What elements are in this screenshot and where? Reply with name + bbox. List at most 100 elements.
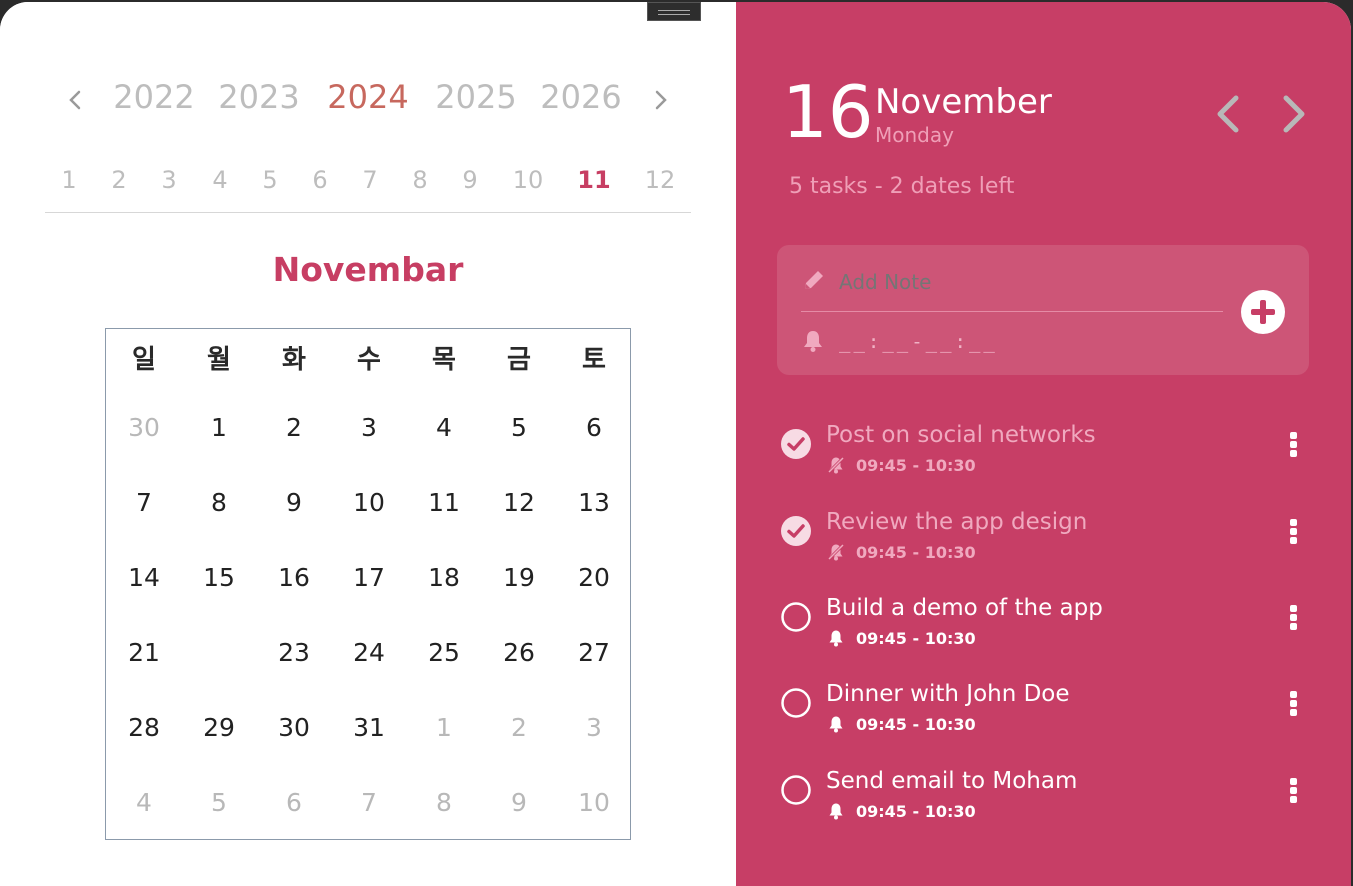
calendar-day-label: 23 xyxy=(278,638,310,667)
calendar-day[interactable]: 19 xyxy=(489,548,549,608)
calendar-day-label: 26 xyxy=(503,638,535,667)
task-item[interactable]: Review the app design 09:45 - 10:30 xyxy=(780,503,1320,573)
previous-years-icon[interactable] xyxy=(60,82,90,118)
calendar-day[interactable]: 11 xyxy=(414,473,474,533)
calendar-day[interactable]: 27 xyxy=(564,623,624,683)
month-7[interactable]: 7 xyxy=(350,166,390,194)
calendar-day-label: 22 xyxy=(203,638,235,667)
calendar-day[interactable]: 18 xyxy=(414,548,474,608)
month-9[interactable]: 9 xyxy=(450,166,490,194)
calendar-day[interactable]: 14 xyxy=(114,548,174,608)
checked-circle-icon[interactable] xyxy=(780,428,812,460)
checked-circle-icon[interactable] xyxy=(780,515,812,547)
calendar-day[interactable]: 8 xyxy=(414,773,474,833)
year-2026[interactable]: 2026 xyxy=(531,78,631,116)
more-options-icon[interactable] xyxy=(1283,603,1303,635)
task-item[interactable]: Send email to Moham 09:45 - 10:30 xyxy=(780,762,1320,832)
more-options-icon[interactable] xyxy=(1283,517,1303,549)
calendar-day[interactable]: 30 xyxy=(264,698,324,758)
month-divider xyxy=(45,212,691,213)
calendar-day[interactable]: 2 xyxy=(489,698,549,758)
month-4[interactable]: 4 xyxy=(200,166,240,194)
task-time: 09:45 - 10:30 xyxy=(856,543,976,562)
current-weekday: Monday xyxy=(875,123,954,147)
calendar-day[interactable]: 7 xyxy=(114,473,174,533)
calendar-day-label: 5 xyxy=(211,788,227,817)
calendar-day[interactable]: 28 xyxy=(114,698,174,758)
calendar-day[interactable]: 26 xyxy=(489,623,549,683)
task-item[interactable]: Dinner with John Doe 09:45 - 10:30 xyxy=(780,675,1320,745)
add-task-button[interactable] xyxy=(1241,290,1285,334)
calendar-day-label: 1 xyxy=(436,713,452,742)
calendar-day[interactable]: 5 xyxy=(189,773,249,833)
year-2025[interactable]: 2025 xyxy=(426,78,526,116)
bell-off-icon xyxy=(827,456,845,474)
bell-icon[interactable] xyxy=(801,329,825,353)
calendar-day[interactable]: 24 xyxy=(339,623,399,683)
calendar-day[interactable]: 12 xyxy=(489,473,549,533)
window-drag-handle[interactable] xyxy=(647,2,701,21)
calendar-day[interactable]: 8 xyxy=(189,473,249,533)
year-2024[interactable]: 2024 xyxy=(318,78,418,116)
calendar-day[interactable]: 7 xyxy=(339,773,399,833)
month-1[interactable]: 1 xyxy=(49,166,89,194)
month-3[interactable]: 3 xyxy=(149,166,189,194)
calendar-day[interactable]: 30 xyxy=(114,398,174,458)
month-5[interactable]: 5 xyxy=(250,166,290,194)
calendar-day[interactable]: 1 xyxy=(414,698,474,758)
calendar-day[interactable]: 13 xyxy=(564,473,624,533)
calendar-day[interactable]: 4 xyxy=(114,773,174,833)
calendar-day[interactable]: 10 xyxy=(564,773,624,833)
calendar-day[interactable]: 4 xyxy=(414,398,474,458)
calendar-day[interactable]: 5 xyxy=(489,398,549,458)
calendar-day[interactable]: 29 xyxy=(189,698,249,758)
unchecked-circle-icon[interactable] xyxy=(780,774,812,806)
calendar-day[interactable]: 6 xyxy=(264,773,324,833)
current-day-number: 16 xyxy=(782,70,874,154)
task-item[interactable]: Post on social networks 09:45 - 10:30 xyxy=(780,416,1320,486)
task-item[interactable]: Build a demo of the app 09:45 - 10:30 xyxy=(780,589,1320,659)
more-options-icon[interactable] xyxy=(1283,776,1303,808)
previous-day-icon[interactable] xyxy=(1210,92,1250,136)
time-range-input[interactable]: __:__-__:__ xyxy=(839,331,998,353)
unchecked-circle-icon[interactable] xyxy=(780,601,812,633)
month-2[interactable]: 2 xyxy=(99,166,139,194)
month-11[interactable]: 11 xyxy=(574,166,614,194)
next-day-icon[interactable] xyxy=(1272,92,1312,136)
month-8[interactable]: 8 xyxy=(400,166,440,194)
more-options-icon[interactable] xyxy=(1283,430,1303,462)
calendar-day[interactable]: 20 xyxy=(564,548,624,608)
next-years-icon[interactable] xyxy=(646,82,676,118)
month-6[interactable]: 6 xyxy=(300,166,340,194)
add-note-input[interactable] xyxy=(839,270,1219,294)
calendar-day[interactable]: 23 xyxy=(264,623,324,683)
year-2022[interactable]: 2022 xyxy=(104,78,204,116)
calendar-day[interactable]: 6 xyxy=(564,398,624,458)
calendar-day[interactable]: 21 xyxy=(114,623,174,683)
calendar-day[interactable]: 17 xyxy=(339,548,399,608)
calendar-day[interactable]: 9 xyxy=(489,773,549,833)
task-time: 09:45 - 10:30 xyxy=(856,715,976,734)
calendar-day-selected[interactable]: 22 xyxy=(189,623,249,683)
calendar-day[interactable]: 1 xyxy=(189,398,249,458)
task-title: Post on social networks xyxy=(826,422,1096,448)
month-10[interactable]: 10 xyxy=(508,166,548,194)
calendar-day-label: 3 xyxy=(361,413,377,442)
month-12[interactable]: 12 xyxy=(640,166,680,194)
year-2023[interactable]: 2023 xyxy=(209,78,309,116)
calendar-day-label: 8 xyxy=(211,488,227,517)
bell-icon xyxy=(829,716,843,733)
unchecked-circle-icon[interactable] xyxy=(780,687,812,719)
calendar-day[interactable]: 15 xyxy=(189,548,249,608)
calendar-day[interactable]: 2 xyxy=(264,398,324,458)
calendar-day[interactable]: 10 xyxy=(339,473,399,533)
calendar-day[interactable]: 31 xyxy=(339,698,399,758)
add-note-underline xyxy=(801,311,1223,312)
more-options-icon[interactable] xyxy=(1283,689,1303,721)
tasks-panel: 16 November Monday 5 tasks - 2 dates lef… xyxy=(736,2,1351,886)
calendar-day[interactable]: 25 xyxy=(414,623,474,683)
calendar-day[interactable]: 9 xyxy=(264,473,324,533)
calendar-day[interactable]: 3 xyxy=(564,698,624,758)
calendar-day[interactable]: 16 xyxy=(264,548,324,608)
calendar-day[interactable]: 3 xyxy=(339,398,399,458)
